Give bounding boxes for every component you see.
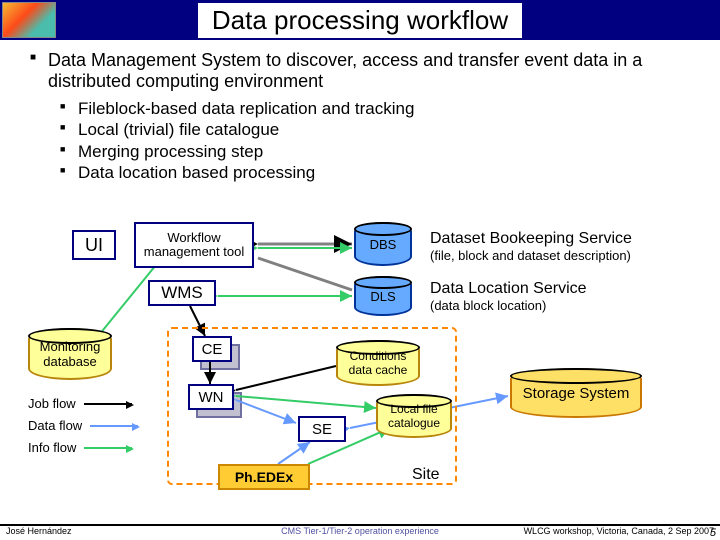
wms-label: WMS [161, 283, 203, 303]
phedex-box: Ph.EDEx [218, 464, 310, 490]
wfm-label: Workflow management tool [136, 231, 252, 258]
ce-label: CE [202, 341, 223, 358]
sub-bullet: Merging processing step [60, 141, 720, 162]
dbs-desc-title: Dataset Bookeeping Service [430, 230, 632, 248]
footer-author: José Hernández [6, 526, 72, 538]
dls-desc-title: Data Location Service [430, 280, 587, 298]
lfc-label: Local file catalogue [378, 402, 450, 430]
sub-bullet: Fileblock-based data replication and tra… [60, 98, 720, 119]
conditions-cache-cylinder: Conditions data cache [336, 340, 420, 386]
dls-desc-sub: (data block location) [430, 298, 546, 313]
sub-bullet: Data location based processing [60, 162, 720, 183]
legend-info-label: Info flow [28, 440, 76, 455]
arrow-icon [84, 403, 132, 405]
site-label: Site [412, 466, 440, 484]
dbs-cylinder: DBS [354, 222, 412, 266]
footer-center: CMS Tier-1/Tier-2 operation experience [281, 526, 439, 536]
cms-logo-icon [2, 2, 56, 38]
conditions-cache-label: Conditions data cache [338, 349, 418, 377]
main-bullet: Data Management System to discover, acce… [30, 50, 690, 92]
sub-bullet-list: Fileblock-based data replication and tra… [0, 98, 720, 183]
dbs-label: DBS [370, 237, 397, 252]
se-box: SE [298, 416, 346, 442]
dbs-desc-sub: (file, block and dataset description) [430, 248, 631, 263]
ce-box: CE [192, 336, 232, 362]
legend-job: Job flow [28, 396, 132, 411]
storage-label: Storage System [523, 385, 630, 402]
se-label: SE [312, 421, 332, 438]
ui-label: UI [85, 235, 103, 256]
dls-cylinder: DLS [354, 276, 412, 316]
storage-cylinder: Storage System [510, 368, 642, 418]
footer-right: WLCG workshop, Victoria, Canada, 2 Sep 2… [524, 526, 714, 538]
lfc-cylinder: Local file catalogue [376, 394, 452, 438]
page-number: 5 [710, 527, 716, 539]
wfm-box: Workflow management tool [134, 222, 254, 268]
monitoring-db-label: Monitoring database [30, 339, 110, 369]
wn-box: WN [188, 384, 234, 410]
wms-box: WMS [148, 280, 216, 306]
main-bullet-list: Data Management System to discover, acce… [0, 40, 720, 98]
arrow-icon [84, 447, 132, 449]
legend-data-label: Data flow [28, 418, 82, 433]
title-bar: Data processing workflow [0, 0, 720, 40]
phedex-label: Ph.EDEx [235, 469, 293, 485]
dls-label: DLS [370, 289, 395, 304]
slide-title: Data processing workflow [198, 3, 522, 38]
monitoring-db-cylinder: Monitoring database [28, 328, 112, 380]
legend-info: Info flow [28, 440, 132, 455]
footer-bar: José Hernández CMS Tier-1/Tier-2 operati… [0, 524, 720, 538]
wn-label: WN [199, 389, 224, 406]
arrow-icon [90, 425, 138, 427]
ui-box: UI [72, 230, 116, 260]
legend-job-label: Job flow [28, 396, 76, 411]
sub-bullet: Local (trivial) file catalogue [60, 119, 720, 140]
legend-data: Data flow [28, 418, 138, 433]
workflow-diagram: UI Workflow management tool WMS DBS DLS … [0, 218, 720, 520]
